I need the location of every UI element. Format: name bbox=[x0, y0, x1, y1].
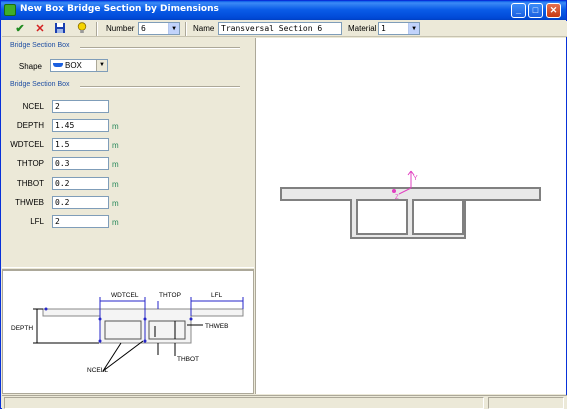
group-title-shape: Bridge Section Box bbox=[10, 42, 70, 49]
axis-z-label: Z bbox=[395, 195, 399, 201]
material-select[interactable]: 1 ▼ bbox=[378, 22, 420, 35]
shape-label: Shape bbox=[18, 62, 42, 71]
help-bulb-icon[interactable] bbox=[75, 22, 89, 36]
thweb-input[interactable]: 0.2 bbox=[52, 196, 109, 209]
shape-select[interactable]: BOX ▼ bbox=[50, 59, 108, 72]
dimension-diagram: WDTCEL THTOP LFL DEPTH THWEB THBOT NCELL bbox=[2, 270, 254, 394]
thtop-unit: m bbox=[112, 160, 119, 169]
diagram-label-ncell: NCELL bbox=[87, 367, 108, 374]
number-value: 6 bbox=[141, 24, 146, 33]
check-icon[interactable]: ✔ bbox=[13, 22, 27, 36]
group-divider bbox=[80, 86, 240, 88]
diagram-label-lfl: LFL bbox=[211, 292, 223, 299]
section-preview-canvas[interactable]: Y Z bbox=[255, 38, 566, 394]
name-label: Name bbox=[193, 24, 215, 33]
depth-unit: m bbox=[112, 122, 119, 131]
shape-value: BOX bbox=[65, 61, 82, 70]
field-label-wdtcel: WDTCEL bbox=[10, 140, 44, 149]
status-pane-right bbox=[488, 397, 564, 409]
thbot-input[interactable]: 0.2 bbox=[52, 177, 109, 190]
close-button[interactable]: ✕ bbox=[546, 3, 561, 18]
diagram-label-thweb: THWEB bbox=[205, 323, 228, 330]
axis-y-label: Y bbox=[413, 175, 418, 182]
wdtcel-input[interactable]: 1.5 bbox=[52, 138, 109, 151]
field-label-thweb: THWEB bbox=[15, 198, 44, 207]
app-window: New Box Bridge Section by Dimensions _ □… bbox=[0, 0, 567, 409]
status-bar bbox=[2, 395, 567, 409]
chevron-down-icon[interactable]: ▼ bbox=[96, 60, 107, 71]
diagram-label-wdtcel: WDTCEL bbox=[111, 292, 139, 299]
wdtcel-unit: m bbox=[112, 141, 119, 150]
section-preview-svg: Y Z bbox=[280, 170, 541, 239]
window-title: New Box Bridge Section by Dimensions bbox=[20, 4, 219, 14]
field-label-thbot: THBOT bbox=[16, 179, 44, 188]
ncel-input[interactable]: 2 bbox=[52, 100, 109, 113]
status-pane-main bbox=[4, 397, 484, 409]
field-label-thtop: THTOP bbox=[17, 159, 44, 168]
maximize-button[interactable]: □ bbox=[528, 3, 543, 18]
diagram-svg: WDTCEL THTOP LFL DEPTH THWEB THBOT NCELL bbox=[11, 292, 244, 374]
group-divider bbox=[80, 47, 240, 49]
field-label-lfl: LFL bbox=[30, 217, 44, 226]
app-icon bbox=[4, 4, 16, 16]
diagram-label-thbot: THBOT bbox=[177, 356, 199, 363]
name-input[interactable]: Transversal Section 6 bbox=[218, 22, 342, 35]
cancel-icon[interactable]: ✕ bbox=[33, 22, 47, 36]
chevron-down-icon[interactable]: ▼ bbox=[168, 23, 179, 34]
diagram-label-depth: DEPTH bbox=[11, 325, 33, 332]
thweb-unit: m bbox=[112, 199, 119, 208]
lfl-input[interactable]: 2 bbox=[52, 215, 109, 228]
field-label-depth: DEPTH bbox=[16, 121, 44, 130]
save-icon[interactable] bbox=[53, 22, 67, 36]
minimize-button[interactable]: _ bbox=[511, 3, 526, 18]
diagram-label-thtop: THTOP bbox=[159, 292, 181, 299]
number-select[interactable]: 6 ▼ bbox=[138, 22, 180, 35]
toolbar: ✔ ✕ Number 6 ▼ Name Transversal Section … bbox=[2, 21, 567, 37]
chevron-down-icon[interactable]: ▼ bbox=[408, 23, 419, 34]
field-label-ncel: NCEL bbox=[22, 102, 44, 111]
thtop-input[interactable]: 0.3 bbox=[52, 157, 109, 170]
thbot-unit: m bbox=[112, 180, 119, 189]
box-section-icon bbox=[53, 63, 63, 67]
toolbar-separator bbox=[185, 22, 187, 36]
toolbar-separator bbox=[96, 22, 98, 36]
title-bar[interactable]: New Box Bridge Section by Dimensions _ □… bbox=[1, 1, 566, 20]
lfl-unit: m bbox=[112, 218, 119, 227]
material-label: Material bbox=[348, 24, 377, 33]
material-value: 1 bbox=[381, 24, 386, 33]
origin-marker bbox=[392, 189, 396, 193]
group-title-dimensions: Bridge Section Box bbox=[10, 81, 70, 88]
depth-input[interactable]: 1.45 bbox=[52, 119, 109, 132]
number-label: Number bbox=[106, 24, 135, 33]
